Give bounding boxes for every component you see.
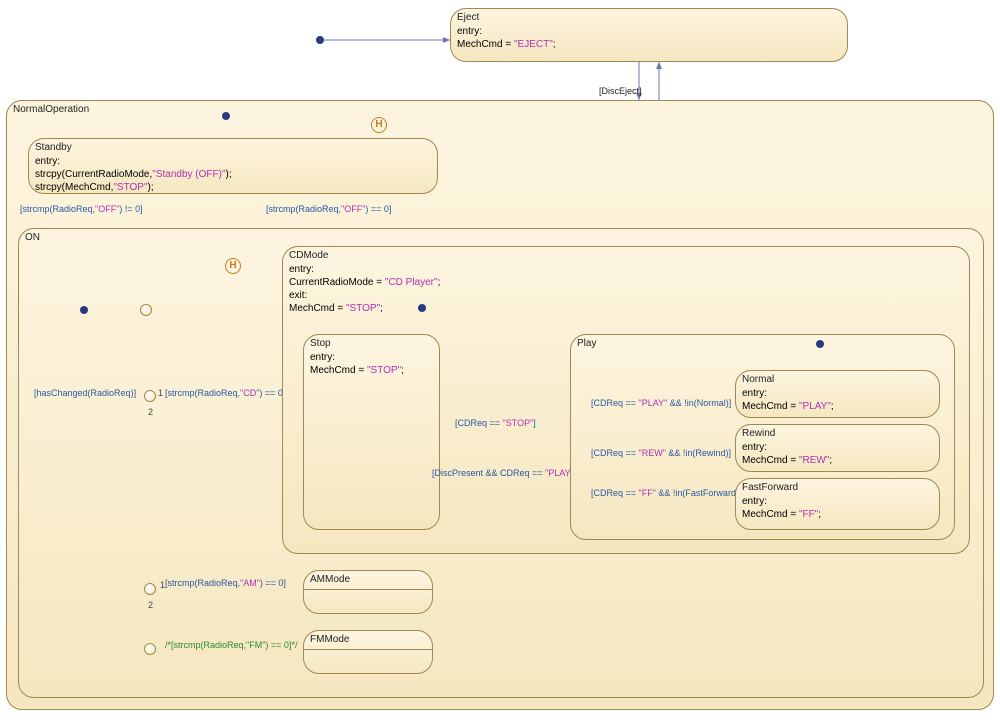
state-ammode[interactable]: AMMode <box>303 570 433 614</box>
label-haschanged: [hasChanged(RadioReq)] <box>34 388 136 398</box>
state-fastforward[interactable]: FastForward entry: MechCmd = "FF"; <box>735 478 940 530</box>
state-title: Eject <box>451 9 847 25</box>
state-title: Normal <box>736 371 939 387</box>
state-body: entry: strcpy(CurrentRadioMode,"Standby … <box>29 155 437 200</box>
state-title: Stop <box>304 335 439 351</box>
state-rewind[interactable]: Rewind entry: MechCmd = "REW"; <box>735 424 940 472</box>
state-body: entry: MechCmd = "PLAY"; <box>736 387 939 419</box>
label-play-rewind: [CDReq == "REW" && !in(Rewind)] <box>591 448 731 458</box>
label-stop-req: [CDReq == "STOP"] <box>455 418 536 428</box>
state-body: entry: CurrentRadioMode = "CD Player"; e… <box>283 263 969 321</box>
state-title: FastForward <box>736 479 939 495</box>
state-title: Standby <box>29 139 437 155</box>
initial-dot-on <box>80 306 88 314</box>
priority-num: 2 <box>148 407 153 417</box>
state-title: Rewind <box>736 425 939 441</box>
priority-num: 1 <box>158 388 163 398</box>
state-title: NormalOperation <box>7 101 993 117</box>
state-body: entry: MechCmd = "REW"; <box>736 441 939 473</box>
history-icon: H <box>371 117 387 133</box>
state-stop[interactable]: Stop entry: MechCmd = "STOP"; <box>303 334 440 530</box>
state-eject[interactable]: Eject entry: MechCmd = "EJECT"; <box>450 8 848 62</box>
state-title: CDMode <box>283 247 969 263</box>
label-off-eq: [strcmp(RadioReq,"OFF") == 0] <box>266 204 391 214</box>
state-title: ON <box>19 229 983 245</box>
state-fmmode[interactable]: FMMode <box>303 630 433 674</box>
junction-4 <box>144 643 156 655</box>
initial-dot-normalop <box>222 112 230 120</box>
label-cd-eq: [strcmp(RadioReq,"CD") == 0] <box>165 388 285 398</box>
junction-1 <box>140 304 152 316</box>
junction-2 <box>144 390 156 402</box>
label-fm-eq: /*[strcmp(RadioReq,"FM") == 0]*/ <box>165 640 297 650</box>
initial-dot-play <box>816 340 824 348</box>
initial-dot-top <box>316 36 324 44</box>
label-play-normal: [CDReq == "PLAY" && !in(Normal)] <box>591 398 731 408</box>
label-am-eq: [strcmp(RadioReq,"AM") == 0] <box>165 578 286 588</box>
state-body: entry: MechCmd = "EJECT"; <box>451 25 847 57</box>
state-standby[interactable]: Standby entry: strcpy(CurrentRadioMode,"… <box>28 138 438 194</box>
state-title: Play <box>571 335 954 351</box>
junction-3 <box>144 583 156 595</box>
label-disceject: [DiscEject] <box>599 86 642 96</box>
state-body: entry: MechCmd = "STOP"; <box>304 351 439 383</box>
label-play-ff: [CDReq == "FF" && !in(FastForward)] <box>591 488 741 498</box>
label-play-req: [DiscPresent && CDReq == "PLAY"] <box>432 468 576 478</box>
state-title: AMMode <box>304 571 432 587</box>
initial-dot-cdmode <box>418 304 426 312</box>
label-off-ne: [strcmp(RadioReq,"OFF") != 0] <box>20 204 143 214</box>
priority-num: 2 <box>148 600 153 610</box>
state-normal[interactable]: Normal entry: MechCmd = "PLAY"; <box>735 370 940 418</box>
state-title: FMMode <box>304 631 432 647</box>
history-icon-on: H <box>225 258 241 274</box>
state-body: entry: MechCmd = "FF"; <box>736 495 939 527</box>
